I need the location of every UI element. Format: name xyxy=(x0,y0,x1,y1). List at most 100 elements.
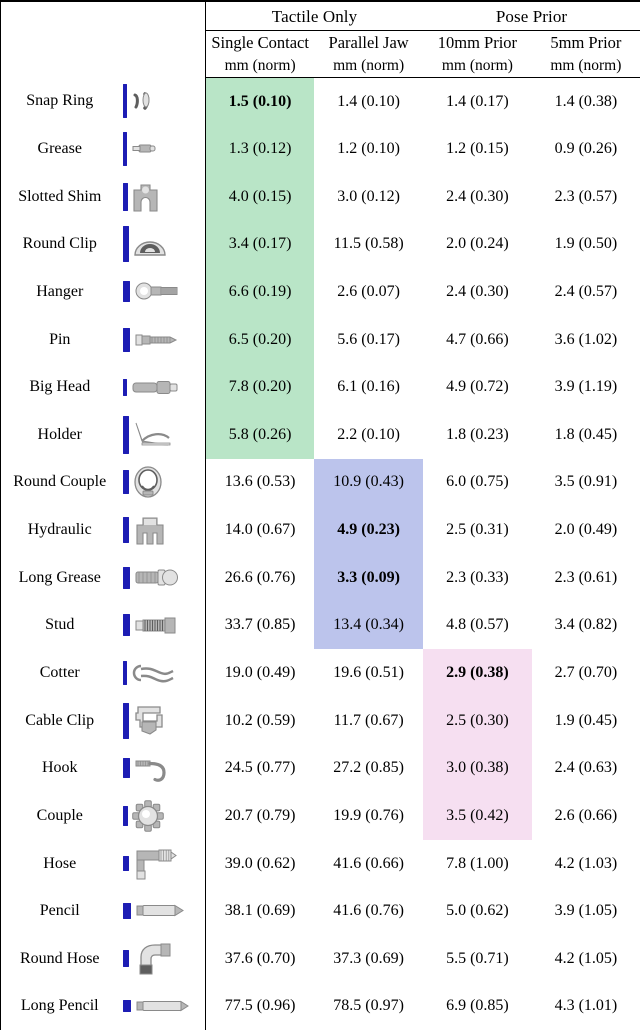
result-cell: 4.2 (1.05) xyxy=(531,935,640,983)
object-name: Pencil xyxy=(0,887,119,936)
grease-icon xyxy=(131,141,157,157)
object-icon-cell xyxy=(118,125,206,173)
scale-bar-icon xyxy=(122,415,129,454)
table-row: Long Grease 26.6 (0.76) 3.3 (0.09) 2.3 (0.3… xyxy=(0,553,640,602)
object-icon-cell xyxy=(118,553,206,602)
scale-bar-icon xyxy=(122,226,129,263)
scale-bar-icon xyxy=(122,614,130,637)
table-row: Cotter 19.0 (0.49) 19.6 (0.51) 2.9 (0.38) 2.… xyxy=(0,649,640,697)
result-cell: 11.5 (0.58) xyxy=(333,235,404,253)
result-cell: 0.9 (0.26) xyxy=(531,125,640,173)
header-units-parallel-jaw: mm (norm) xyxy=(314,55,424,78)
result-cell: 19.6 (0.51) xyxy=(333,664,404,681)
table-row: Round Couple 13.6 (0.53) 10.9 (0.43) 6.0 (0… xyxy=(0,458,640,507)
result-cell: 1.4 (0.17) xyxy=(446,92,509,110)
object-name: Cable Clip xyxy=(0,696,119,745)
result-cell: 2.4 (0.57) xyxy=(531,268,640,316)
scale-bar-icon xyxy=(122,758,130,779)
scale-bar-icon xyxy=(122,1000,131,1013)
result-cell: 3.0 (0.38) xyxy=(423,744,532,793)
result-cell: 2.4 (0.30) xyxy=(446,282,509,300)
result-cell: 2.0 (0.49) xyxy=(531,506,640,554)
object-icon-cell xyxy=(118,792,206,840)
object-icon-cell xyxy=(118,601,206,650)
header-col-parallel-jaw: Parallel Jaw xyxy=(328,33,409,52)
header-col-10mm-prior: 10mm Prior xyxy=(437,33,518,52)
hose-icon xyxy=(133,847,178,881)
round-couple-icon xyxy=(133,466,164,499)
round-clip-icon xyxy=(133,231,167,257)
cable-clip-icon xyxy=(133,704,164,737)
result-cell: 2.5 (0.30) xyxy=(423,696,532,745)
pin-icon xyxy=(134,331,178,349)
result-cell: 6.0 (0.75) xyxy=(446,473,509,491)
object-icon-cell xyxy=(118,982,206,1030)
scale-bar-icon xyxy=(122,378,127,396)
scale-bar-icon xyxy=(122,950,129,968)
couple-icon xyxy=(131,800,164,832)
result-cell: 2.7 (0.70) xyxy=(531,649,640,697)
table-row: Snap Ring 1.5 (0.10) 1.4 (0.10) 1.4 (0.17) 1… xyxy=(0,77,640,126)
round-hose-icon xyxy=(133,941,173,976)
header-group-pose-prior: Pose Prior xyxy=(423,0,640,31)
object-name: Long Pencil xyxy=(0,982,119,1030)
result-cell: 2.2 (0.10) xyxy=(337,425,400,443)
long-pencil-icon xyxy=(135,999,190,1013)
scale-bar-icon xyxy=(122,182,128,211)
header-col-5mm-prior: 5mm Prior xyxy=(531,31,640,55)
header-group-row: Tactile Only Pose Prior xyxy=(0,0,640,31)
table-row: Round Clip 3.4 (0.17) 11.5 (0.58) 2.0 (0.24… xyxy=(0,220,640,269)
object-name: Round Couple xyxy=(0,458,119,507)
object-name: Hanger xyxy=(0,268,119,316)
result-cell: 6.5 (0.20) xyxy=(205,315,315,364)
result-cell: 2.6 (0.07) xyxy=(337,282,400,300)
object-icon-cell xyxy=(118,220,206,269)
result-cell: 1.8 (0.23) xyxy=(446,425,509,443)
object-icon-cell xyxy=(118,744,206,793)
result-cell: 37.6 (0.70) xyxy=(224,949,296,967)
object-icon-cell xyxy=(118,172,206,221)
result-cell: 1.2 (0.10) xyxy=(337,139,400,157)
header-name-blank xyxy=(0,31,119,78)
result-cell: 78.5 (0.97) xyxy=(314,982,424,1030)
object-name: Hook xyxy=(0,744,119,793)
object-icon-cell xyxy=(118,268,206,316)
table-row: Round Hose 37.6 (0.70) 37.3 (0.69) 5.5 (0.7… xyxy=(0,935,640,983)
result-cell: 13.6 (0.53) xyxy=(224,473,296,491)
header-title-row: Single Contact Parallel Jaw 10mm Prior 5… xyxy=(0,31,640,78)
scale-bar-icon xyxy=(122,856,129,872)
scale-bar-icon xyxy=(122,470,129,495)
cotter-icon xyxy=(131,662,176,684)
result-cell: 2.5 (0.31) xyxy=(446,521,509,539)
header-icon-blank-2 xyxy=(118,31,206,78)
object-name: Grease xyxy=(0,125,119,173)
result-cell: 7.8 (0.20) xyxy=(205,363,315,411)
result-cell: 13.4 (0.34) xyxy=(314,601,424,650)
object-icon-cell xyxy=(118,77,206,126)
result-cell: 2.3 (0.33) xyxy=(446,568,509,586)
long-grease-icon xyxy=(134,567,179,589)
object-name: Cotter xyxy=(0,649,119,697)
result-cell: 3.6 (1.02) xyxy=(531,315,640,364)
result-cell: 1.5 (0.10) xyxy=(205,77,315,126)
object-icon-cell xyxy=(118,887,206,936)
result-cell: 41.6 (0.66) xyxy=(333,854,404,872)
stud-icon xyxy=(134,616,177,635)
result-cell: 3.4 (0.17) xyxy=(205,220,315,269)
result-cell: 1.4 (0.38) xyxy=(531,77,640,126)
scale-bar-icon xyxy=(122,327,130,352)
table-row: Long Pencil 77.5 (0.96) 78.5 (0.97) 6.9 (0.… xyxy=(0,982,640,1030)
object-name: Big Head xyxy=(0,363,119,411)
result-cell: 4.0 (0.15) xyxy=(205,172,315,221)
result-cell: 24.5 (0.77) xyxy=(224,759,296,777)
header-units-5mm-prior: mm (norm) xyxy=(531,55,640,78)
header-group-tactile-only: Tactile Only xyxy=(205,0,424,31)
result-cell: 33.7 (0.85) xyxy=(224,616,296,634)
table-row: Hook 24.5 (0.77) 27.2 (0.85) 3.0 (0.38) 2.4 … xyxy=(0,744,640,793)
table-row: Grease 1.3 (0.12) 1.2 (0.10) 1.2 (0.15) 0.9 … xyxy=(0,125,640,173)
result-cell: 4.7 (0.66) xyxy=(446,330,509,348)
result-cell: 1.8 (0.45) xyxy=(531,410,640,459)
object-icon-cell xyxy=(118,649,206,697)
result-cell: 39.0 (0.62) xyxy=(224,854,296,872)
object-icon-cell xyxy=(118,839,206,888)
